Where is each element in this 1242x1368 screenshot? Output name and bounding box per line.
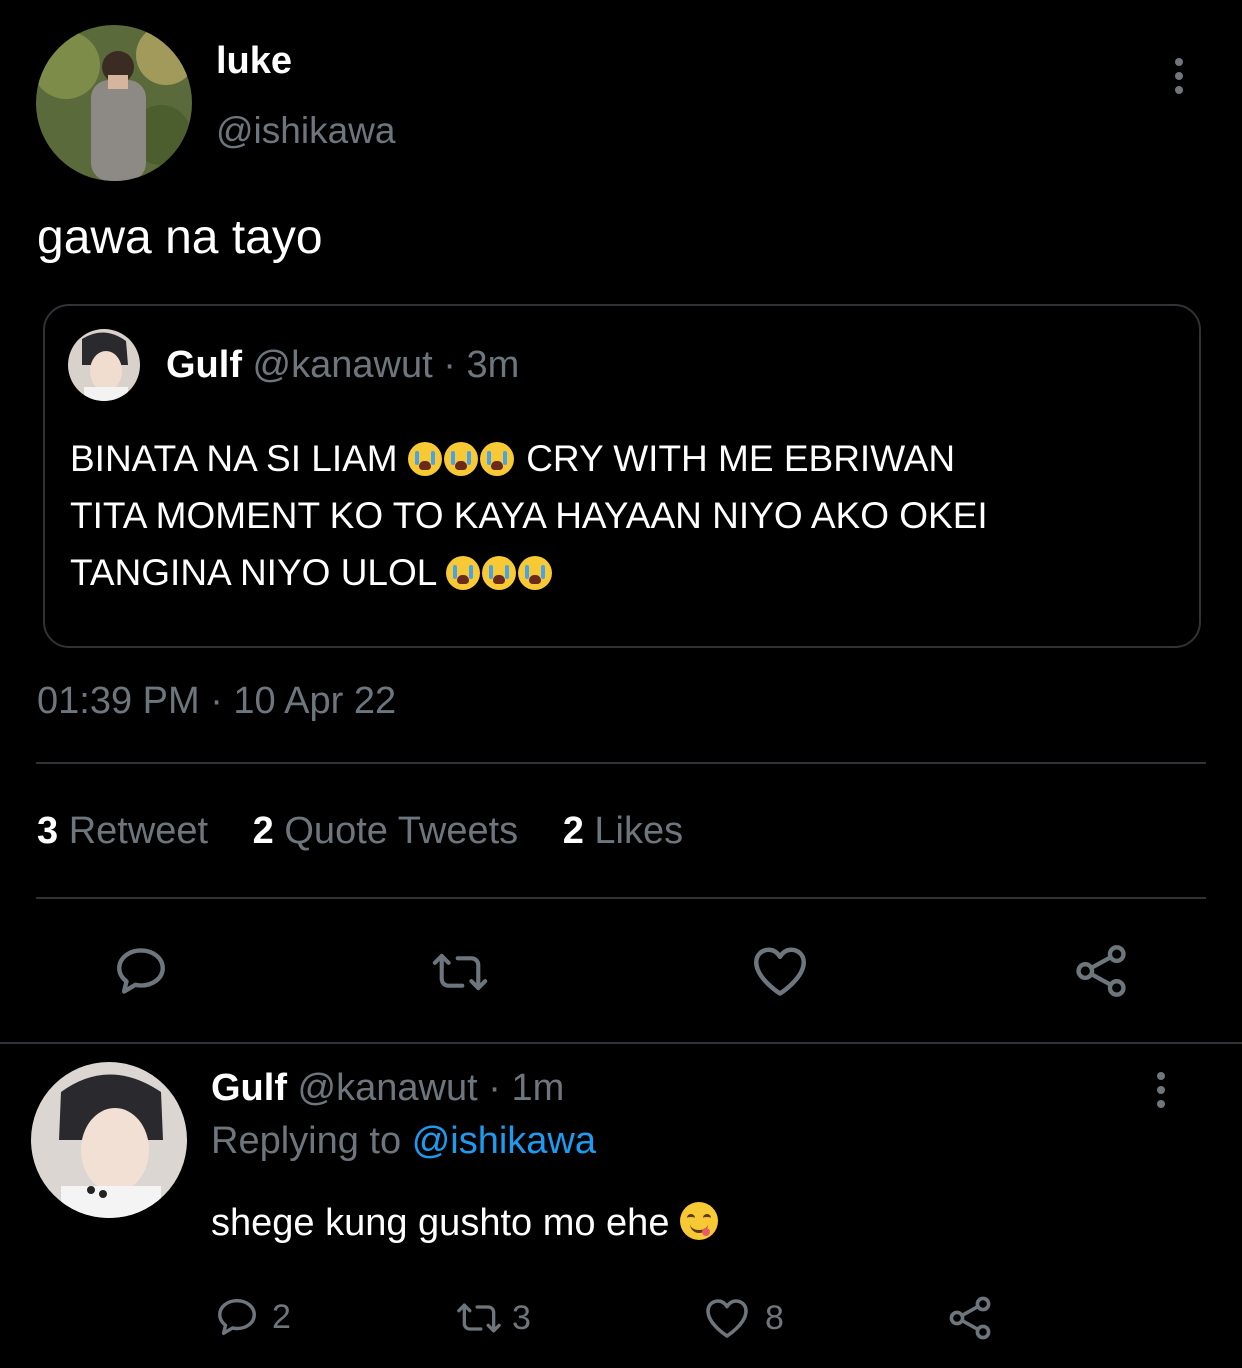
retweets-stat[interactable]: 3 Retweet bbox=[37, 810, 219, 852]
reply-action-like[interactable]: 8 bbox=[703, 1296, 784, 1340]
quoted-line-1-b: CRY WITH ME EBRIWAN bbox=[526, 438, 956, 479]
retweet-icon bbox=[452, 1296, 506, 1340]
retweets-label: Retweet bbox=[68, 810, 209, 852]
divider-reply bbox=[0, 1042, 1242, 1044]
reply-time: 1m bbox=[511, 1067, 565, 1109]
quoted-author-name[interactable]: Gulf bbox=[166, 344, 242, 386]
reply-author-avatar[interactable] bbox=[31, 1062, 187, 1218]
loudly-crying-face-emoji-icon bbox=[479, 442, 514, 476]
tweet-timestamp[interactable]: 01:39 PM · 10 Apr 22 bbox=[37, 680, 396, 723]
share-icon[interactable] bbox=[946, 1294, 994, 1342]
reply-text: shege kung gushto mo ehe bbox=[211, 1202, 720, 1245]
like-count: 8 bbox=[765, 1298, 784, 1337]
retweet-count: 3 bbox=[512, 1298, 531, 1337]
reply-text-content: shege kung gushto mo ehe bbox=[211, 1202, 670, 1244]
retweet-icon[interactable] bbox=[428, 944, 492, 1000]
quoted-separator: · bbox=[443, 344, 456, 386]
heart-icon bbox=[703, 1296, 751, 1340]
loudly-crying-face-emoji-icon bbox=[446, 556, 481, 590]
reply-icon bbox=[214, 1294, 260, 1340]
quotes-label: Quote Tweets bbox=[284, 810, 519, 852]
tweet-stats: 3 Retweet 2 Quote Tweets 2 Likes bbox=[37, 810, 683, 853]
reply-action-retweet[interactable]: 3 bbox=[452, 1296, 531, 1340]
reply-action-reply[interactable]: 2 bbox=[214, 1294, 291, 1340]
loudly-crying-face-emoji-icon bbox=[407, 442, 442, 476]
likes-stat[interactable]: 2 Likes bbox=[563, 810, 683, 852]
divider-mid bbox=[36, 897, 1206, 899]
share-icon[interactable] bbox=[1072, 942, 1130, 1000]
likes-count: 2 bbox=[562, 810, 584, 852]
reply-separator: · bbox=[488, 1067, 501, 1109]
loudly-crying-face-emoji-icon bbox=[443, 442, 478, 476]
quoted-line-1: BINATA NA SI LIAM CRY WITH ME EBRIWAN bbox=[70, 430, 988, 487]
reply-icon[interactable] bbox=[112, 942, 170, 1000]
quoted-header: Gulf @kanawut · 3m bbox=[166, 344, 519, 387]
reply-author-name[interactable]: Gulf bbox=[211, 1067, 287, 1109]
quotes-stat[interactable]: 2 Quote Tweets bbox=[253, 810, 529, 852]
main-more-icon[interactable] bbox=[1175, 58, 1183, 100]
reply-count: 2 bbox=[272, 1297, 291, 1336]
reply-header: Gulf @kanawut · 1m bbox=[211, 1067, 564, 1110]
quoted-tweet-text: BINATA NA SI LIAM CRY WITH ME EBRIWAN TI… bbox=[70, 430, 988, 601]
divider-top bbox=[36, 762, 1206, 764]
quoted-author-avatar bbox=[68, 329, 140, 401]
loudly-crying-face-emoji-icon bbox=[482, 556, 517, 590]
main-author-handle[interactable]: @ishikawa bbox=[216, 110, 395, 152]
quoted-line-3-a: TANGINA NIYO ULOL bbox=[70, 552, 436, 593]
likes-label: Likes bbox=[594, 810, 684, 852]
heart-icon[interactable] bbox=[750, 943, 810, 999]
replying-label: Replying to bbox=[211, 1120, 402, 1162]
quoted-line-1-a: BINATA NA SI LIAM bbox=[70, 438, 398, 479]
reply-author-handle[interactable]: @kanawut bbox=[298, 1067, 478, 1109]
main-author-name[interactable]: luke bbox=[216, 40, 292, 83]
loudly-crying-face-emoji-icon bbox=[518, 556, 553, 590]
replying-handle-link[interactable]: @ishikawa bbox=[412, 1120, 596, 1162]
quoted-line-2: TITA MOMENT KO TO KAYA HAYAAN NIYO AKO O… bbox=[70, 495, 988, 536]
quotes-count: 2 bbox=[252, 810, 274, 852]
retweets-count: 3 bbox=[37, 810, 59, 852]
quoted-time: 3m bbox=[466, 344, 520, 386]
replying-to: Replying to @ishikawa bbox=[211, 1120, 596, 1163]
quoted-line-3: TANGINA NIYO ULOL bbox=[70, 544, 988, 601]
face-savoring-food-emoji-icon bbox=[680, 1202, 719, 1240]
main-author-avatar[interactable] bbox=[36, 25, 192, 181]
main-tweet-text: gawa na tayo bbox=[37, 211, 323, 264]
quoted-author-handle[interactable]: @kanawut bbox=[253, 344, 433, 386]
reply-more-icon[interactable] bbox=[1157, 1072, 1165, 1114]
